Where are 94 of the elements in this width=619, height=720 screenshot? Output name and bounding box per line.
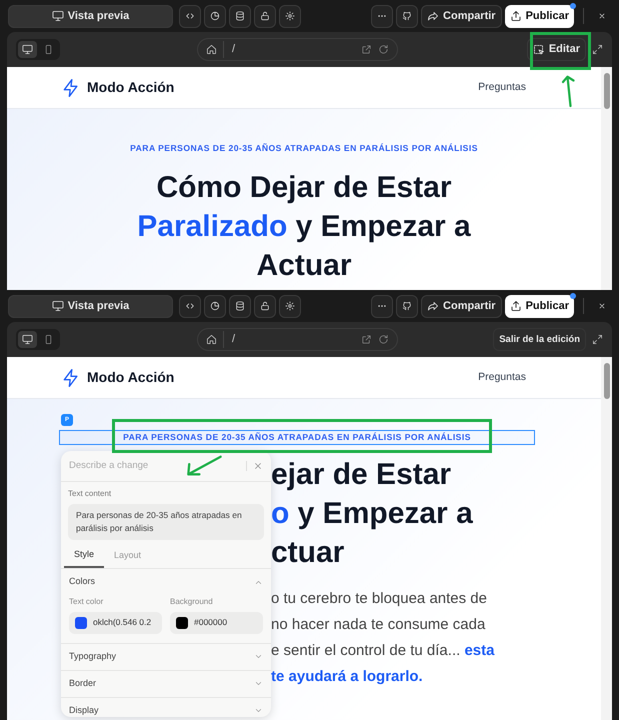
monitor-icon — [52, 300, 64, 312]
text-content-field[interactable]: Para personas de 20-35 años atrapadas en parálisis por análisis — [68, 504, 264, 540]
hero-heading-line: Paralizado y Empezar a — [137, 208, 471, 245]
share-icon — [427, 10, 440, 22]
reload-icon[interactable] — [378, 44, 389, 55]
monitor-icon — [22, 44, 33, 55]
database-button[interactable] — [229, 4, 251, 28]
nav-link[interactable]: Preguntas — [478, 80, 526, 96]
color-field[interactable]: #000000 — [170, 612, 263, 634]
lock-icon — [260, 10, 270, 22]
hero-heading-line: Cómo Dejar de Estar — [156, 170, 452, 206]
chevron-down-icon — [254, 652, 263, 661]
field-label: Text color — [69, 596, 104, 608]
reload-icon[interactable] — [378, 334, 389, 345]
section-header[interactable]: Typography — [61, 642, 271, 670]
editor-tab[interactable]: Style — [64, 544, 104, 568]
external-link-icon[interactable] — [361, 334, 372, 345]
database-button[interactable] — [229, 294, 251, 318]
github-button[interactable] — [396, 4, 418, 28]
change-input[interactable]: Describe a change — [69, 458, 240, 474]
chevron-down-icon — [254, 706, 263, 715]
lock-button[interactable] — [254, 4, 276, 28]
section-title: Typography — [69, 650, 116, 663]
chart-icon — [210, 10, 220, 22]
hero-paragraph-line: no hacer nada te consume cada — [271, 615, 486, 635]
monitor-icon — [52, 10, 64, 22]
lock-icon — [260, 300, 270, 312]
hero-paragraph-line: e sentir el control de tu día... esta — [271, 641, 494, 661]
chart-icon — [210, 300, 220, 312]
url-text: / — [223, 41, 236, 58]
brand-name: Modo Acción — [87, 368, 174, 387]
section-header[interactable]: Colors — [61, 568, 271, 596]
home-icon — [206, 44, 217, 55]
settings-button[interactable] — [279, 294, 301, 318]
github-button[interactable] — [396, 294, 418, 318]
settings-icon — [285, 300, 295, 312]
field-label: Text content — [68, 488, 112, 500]
color-field[interactable]: oklch(0.546 0.2 — [69, 612, 162, 634]
brand-name: Modo Acción — [87, 78, 174, 97]
scrollbar[interactable] — [601, 67, 612, 290]
scrollbar[interactable] — [601, 357, 612, 720]
hero-paragraph-line: te ayudará a lograrlo. — [271, 667, 423, 687]
hero-tagline: PARA PERSONAS DE 20-35 AÑOS ATRAPADAS EN PARÁLISIS POR ANÁLISIS — [129, 142, 479, 155]
desktop-view-button[interactable] — [18, 331, 37, 348]
color-value: #000000 — [194, 616, 228, 629]
section-header[interactable]: Display — [61, 696, 271, 717]
hero-tagline[interactable]: PARA PERSONAS DE 20-35 AÑOS ATRAPADAS EN PARÁLISIS POR ANÁLISIS — [59, 430, 535, 445]
section-title: Display — [69, 704, 99, 717]
upload-icon — [510, 300, 522, 312]
phone-icon — [43, 44, 54, 55]
url-bar[interactable]: / — [197, 38, 398, 61]
database-icon — [235, 300, 245, 312]
share-button[interactable]: Compartir — [421, 294, 502, 318]
field-label: Background — [170, 596, 214, 608]
hero-heading-line: o y Empezar a — [271, 496, 473, 532]
github-icon — [402, 10, 412, 22]
publish-button[interactable]: Publicar — [504, 294, 574, 318]
nav-link[interactable]: Preguntas — [478, 370, 526, 386]
hero-heading-line: ctuar — [271, 535, 344, 571]
url-text: / — [223, 331, 236, 348]
hero-heading-line: Actuar — [256, 248, 352, 284]
desktop-view-button[interactable] — [18, 41, 37, 58]
upload-icon — [510, 10, 522, 22]
chevron-down-icon — [254, 679, 263, 688]
external-link-icon[interactable] — [361, 44, 372, 55]
github-icon — [402, 300, 412, 312]
publish-button[interactable]: Publicar — [504, 4, 574, 28]
share-button[interactable]: Compartir — [421, 4, 502, 28]
section-title: Border — [69, 676, 96, 690]
exit-edit-button[interactable]: Salir de la edición — [493, 328, 586, 351]
phone-icon — [43, 334, 54, 345]
edit-button[interactable]: Editar — [526, 38, 586, 61]
edit-icon — [532, 44, 545, 56]
share-icon — [427, 300, 440, 312]
expand-icon[interactable] — [592, 334, 603, 345]
section-header[interactable]: Border — [61, 670, 271, 696]
color-value: oklch(0.546 0.2 — [93, 616, 152, 629]
chart-button[interactable] — [204, 294, 226, 318]
close-icon — [253, 461, 263, 471]
home-icon — [206, 334, 217, 345]
database-icon — [235, 10, 245, 22]
lock-button[interactable] — [254, 294, 276, 318]
hero-heading-line: ejar de Estar — [271, 457, 452, 493]
url-bar[interactable]: / — [197, 328, 398, 351]
chart-button[interactable] — [204, 4, 226, 28]
preview-button[interactable]: Vista previa — [8, 294, 173, 318]
close-button[interactable] — [246, 461, 263, 471]
monitor-icon — [22, 334, 33, 345]
settings-button[interactable] — [279, 4, 301, 28]
settings-icon — [285, 10, 295, 22]
preview-button[interactable]: Vista previa — [8, 4, 173, 28]
section-title: Colors — [69, 575, 96, 588]
expand-icon[interactable] — [592, 44, 603, 55]
hero-paragraph-line: o tu cerebro te bloquea antes de — [271, 589, 487, 609]
